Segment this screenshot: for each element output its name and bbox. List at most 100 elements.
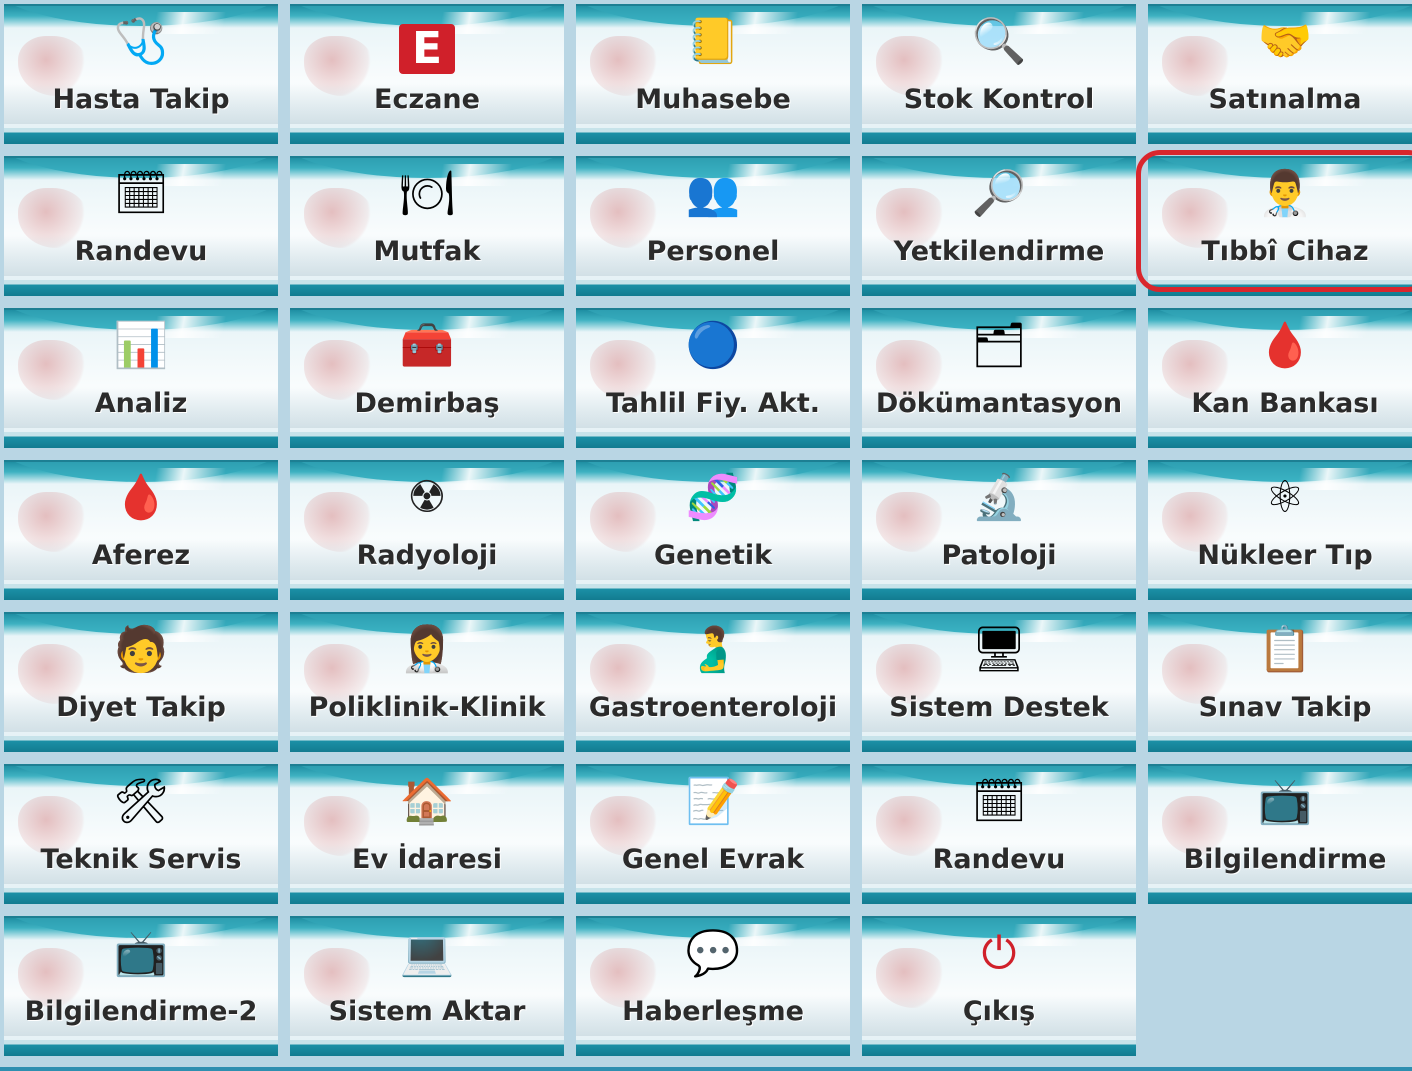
transfer-computer-icon: 💻 xyxy=(399,928,455,979)
module-tile-17[interactable]: ☢ Radyoloji xyxy=(290,460,564,600)
module-tile-21[interactable]: 🧑 Diyet Takip xyxy=(4,612,278,752)
tile-label: Mutfak xyxy=(373,236,481,267)
bar-chart-icon: 📊 xyxy=(113,320,169,371)
nuclear-medicine-icon: ⚛ xyxy=(1265,472,1305,523)
tile-bottom-stripe xyxy=(862,1040,1136,1056)
inventory-tool-icon: 🧰 xyxy=(399,320,455,371)
tile-bottom-stripe xyxy=(4,736,278,752)
module-tile-5[interactable]: 🤝 Satınalma xyxy=(1148,4,1412,144)
user-search-icon: 🔎 xyxy=(971,168,1027,219)
tile-label: Bilgilendirme-2 xyxy=(24,996,258,1027)
module-tile-8[interactable]: 👥 Personel xyxy=(576,156,850,296)
tile-bottom-stripe xyxy=(862,584,1136,600)
support-user-computer-icon: 🖥 xyxy=(971,624,1027,675)
tile-label: Personel xyxy=(646,236,780,267)
module-tile-13[interactable]: 🔵 Tahlil Fiy. Akt. xyxy=(576,308,850,448)
tile-bottom-stripe xyxy=(862,280,1136,296)
module-tile-4[interactable]: 🔍 Stok Kontrol xyxy=(862,4,1136,144)
module-tile-18[interactable]: 🧬 Genetik xyxy=(576,460,850,600)
module-tile-11[interactable]: 📊 Analiz xyxy=(4,308,278,448)
tile-label: Randevu xyxy=(932,844,1066,875)
tile-label: Satınalma xyxy=(1208,84,1362,115)
document-pen-icon: 📝 xyxy=(685,776,741,827)
tile-bottom-stripe xyxy=(576,128,850,144)
radiation-icon: ☢ xyxy=(407,472,447,523)
tile-label: Patoloji xyxy=(941,540,1057,571)
tile-bottom-stripe xyxy=(576,584,850,600)
tile-bottom-stripe xyxy=(4,280,278,296)
calendar-clock-icon: 🗓 xyxy=(113,168,169,219)
module-tile-12[interactable]: 🧰 Demirbaş xyxy=(290,308,564,448)
module-tile-14[interactable]: 🗂 Dökümantasyon xyxy=(862,308,1136,448)
tile-bottom-stripe xyxy=(4,128,278,144)
tile-label: Radyoloji xyxy=(356,540,498,571)
tile-bottom-stripe xyxy=(576,736,850,752)
module-tile-9[interactable]: 🔎 Yetkilendirme xyxy=(862,156,1136,296)
blood-bag-heart-icon: 🩸 xyxy=(1257,320,1313,371)
tile-bottom-stripe xyxy=(862,736,1136,752)
presentation-board-icon: 📺 xyxy=(1257,776,1313,827)
tile-label: Ev İdaresi xyxy=(352,844,502,875)
technician-icon: 🛠 xyxy=(113,776,169,827)
module-tile-19[interactable]: 🔬 Patoloji xyxy=(862,460,1136,600)
tile-bottom-stripe xyxy=(576,280,850,296)
tile-bottom-stripe xyxy=(290,280,564,296)
module-tile-6[interactable]: 🗓 Randevu xyxy=(4,156,278,296)
tile-label: Yetkilendirme xyxy=(893,236,1105,267)
module-tile-33[interactable]: 💬 Haberleşme xyxy=(576,916,850,1056)
module-tile-1[interactable]: 🩺 Hasta Takip xyxy=(4,4,278,144)
tile-label: Aferez xyxy=(91,540,191,571)
tile-bottom-stripe xyxy=(576,1040,850,1056)
accounting-book-icon: 📒 xyxy=(685,16,741,67)
tile-bottom-stripe xyxy=(4,432,278,448)
module-tile-23[interactable]: 🫃 Gastroenteroloji xyxy=(576,612,850,752)
module-tile-7[interactable]: 🍽 Mutfak xyxy=(290,156,564,296)
tile-label: Poliklinik-Klinik xyxy=(308,692,546,723)
module-tile-31[interactable]: 📺 Bilgilendirme-2 xyxy=(4,916,278,1056)
module-tile-16[interactable]: 🩸 Aferez xyxy=(4,460,278,600)
tile-bottom-stripe xyxy=(1148,888,1412,904)
tile-label: Hasta Takip xyxy=(52,84,230,115)
tile-bottom-stripe xyxy=(4,1040,278,1056)
tile-bottom-stripe xyxy=(290,736,564,752)
module-tile-30[interactable]: 📺 Bilgilendirme xyxy=(1148,764,1412,904)
tile-bottom-stripe xyxy=(1148,280,1412,296)
people-group-icon: 👥 xyxy=(685,168,741,219)
house-refresh-icon: 🏠 xyxy=(399,776,455,827)
module-tile-20[interactable]: ⚛ Nükleer Tıp xyxy=(1148,460,1412,600)
tile-bottom-stripe xyxy=(290,432,564,448)
tile-bottom-stripe xyxy=(576,432,850,448)
tile-label: Dökümantasyon xyxy=(875,388,1123,419)
clipboard-check-icon: 📋 xyxy=(1257,624,1313,675)
module-tile-25[interactable]: 📋 Sınav Takip xyxy=(1148,612,1412,752)
plate-fork-knife-icon: 🍽 xyxy=(399,168,455,219)
module-tile-3[interactable]: 📒 Muhasebe xyxy=(576,4,850,144)
doctor-device-icon: 👨‍⚕ xyxy=(1257,168,1313,219)
module-tile-15[interactable]: 🩸 Kan Bankası xyxy=(1148,308,1412,448)
module-tile-32[interactable]: 💻 Sistem Aktar xyxy=(290,916,564,1056)
module-tile-10[interactable]: 👨‍⚕ Tıbbî Cihaz xyxy=(1148,156,1412,296)
module-tile-22[interactable]: 👩‍⚕ Poliklinik-Klinik xyxy=(290,612,564,752)
module-tile-27[interactable]: 🏠 Ev İdaresi xyxy=(290,764,564,904)
module-tile-26[interactable]: 🛠 Teknik Servis xyxy=(4,764,278,904)
module-tile-34[interactable]: ⏻ Çıkış xyxy=(862,916,1136,1056)
tile-label: Demirbaş xyxy=(354,388,500,419)
nurse-hat-icon: 🩺 xyxy=(113,16,169,67)
tile-bottom-stripe xyxy=(290,1040,564,1056)
calendar-clock-icon: 🗓 xyxy=(971,776,1027,827)
tile-bottom-stripe xyxy=(4,584,278,600)
module-tile-29[interactable]: 🗓 Randevu xyxy=(862,764,1136,904)
tile-bottom-stripe xyxy=(1148,432,1412,448)
module-tile-2[interactable]: E Eczane xyxy=(290,4,564,144)
tile-bottom-stripe xyxy=(862,128,1136,144)
module-tile-28[interactable]: 📝 Genel Evrak xyxy=(576,764,850,904)
tile-bottom-stripe xyxy=(576,888,850,904)
tile-label: Teknik Servis xyxy=(40,844,242,875)
tile-label: Eczane xyxy=(374,84,480,115)
tile-label: Sistem Aktar xyxy=(328,996,526,1027)
chat-bubbles-icon: 💬 xyxy=(685,928,741,979)
lab-refresh-icon: 🔵 xyxy=(685,320,741,371)
module-tile-24[interactable]: 🖥 Sistem Destek xyxy=(862,612,1136,752)
pharmacy-e-icon: E xyxy=(399,24,455,74)
diet-user-icon: 🧑 xyxy=(113,624,169,675)
